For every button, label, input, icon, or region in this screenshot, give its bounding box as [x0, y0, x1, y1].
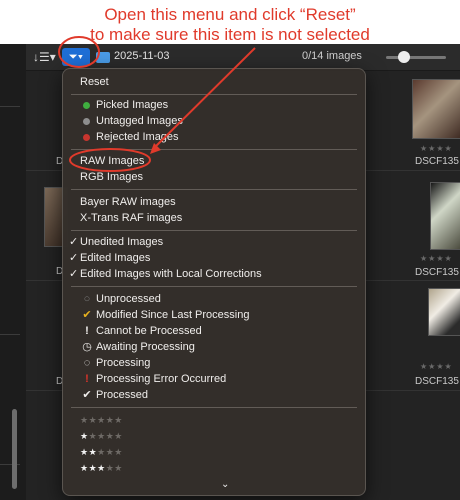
filter-button-highlight [58, 36, 100, 68]
annotation-overlay [58, 36, 256, 172]
raw-images-highlight [69, 148, 151, 172]
annotation-arrow [151, 47, 256, 151]
arrow-head [150, 143, 161, 154]
